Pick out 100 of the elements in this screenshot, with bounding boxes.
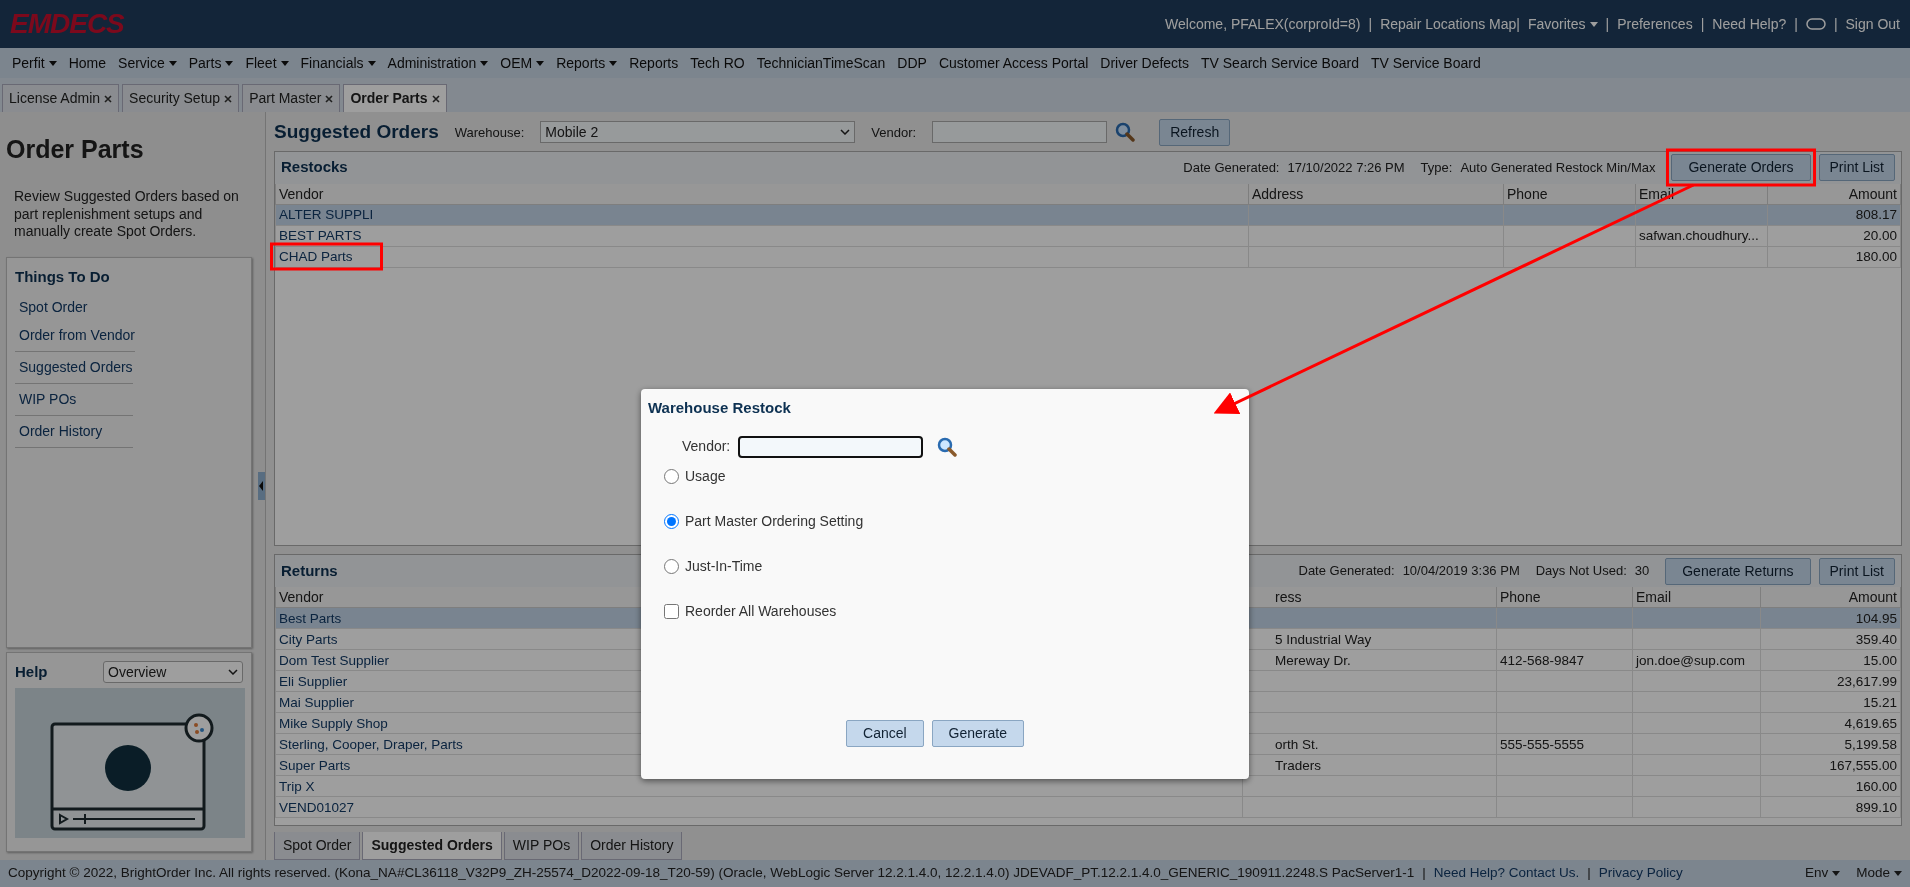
table-cell: 555-555-5555 xyxy=(1496,733,1633,755)
table-cell: 15.00 xyxy=(1760,649,1901,671)
table-cell: 899.10 xyxy=(1760,796,1901,818)
panel-title: Help xyxy=(15,662,48,682)
sidebar-link[interactable]: Spot Order xyxy=(15,292,133,320)
menu-item[interactable]: Parts xyxy=(182,52,240,74)
help-video-drawing[interactable] xyxy=(15,687,245,838)
vendor-field[interactable] xyxy=(738,435,924,458)
meta-value: 30 xyxy=(1634,562,1650,581)
radio-button[interactable] xyxy=(664,513,679,529)
print-list-button[interactable]: Print List xyxy=(1818,154,1895,181)
search-icon[interactable] xyxy=(1115,122,1136,143)
print-list-button[interactable]: Print List xyxy=(1818,557,1895,585)
vendor-cell[interactable]: BEST PARTS xyxy=(275,225,1249,246)
panel-title: Returns xyxy=(281,560,338,581)
favorites-menu[interactable]: Favorites xyxy=(1527,13,1598,35)
tab[interactable]: WIP POs xyxy=(503,832,580,860)
table-cell: jon.doe@sup.com xyxy=(1632,649,1761,671)
vendor-cell[interactable]: VEND01027 xyxy=(275,796,1243,818)
sidebar-link[interactable]: Order History xyxy=(15,416,133,448)
meta-label: Date Generated: xyxy=(1183,158,1280,177)
tab[interactable]: Security Setup xyxy=(122,84,240,112)
menu-item[interactable]: OEM xyxy=(494,52,551,74)
menu-item[interactable]: DDP xyxy=(891,52,933,74)
column-header[interactable]: Phone xyxy=(1496,587,1633,608)
radio-label: Just-In-Time xyxy=(685,556,763,576)
copyright-text: Copyright © 2022, BrightOrder Inc. All rights reserved. (Kona_NA#CL36118_V32P9_ZH-25574_D2022-09-18_T20-59) (Oracle, WebLogic Server 12.2.1.4.0, 12.2.1.4.0) JDEVADF_PT.12.2.1.4.0_GENERIC_190911.2248.S PacServer1-1 xyxy=(8,864,1415,883)
privacy-link[interactable]: Privacy Policy xyxy=(1598,863,1683,884)
menu-item[interactable]: Reports xyxy=(623,52,685,74)
menu-item[interactable]: Driver Defects xyxy=(1094,52,1195,74)
close-icon[interactable] xyxy=(224,95,233,104)
footer-menu[interactable]: Mode xyxy=(1856,863,1902,884)
menu-item[interactable]: Financials xyxy=(294,52,382,74)
checkbox[interactable] xyxy=(664,603,679,619)
close-icon[interactable] xyxy=(431,95,440,104)
separator: | xyxy=(1833,14,1838,34)
field-label: Vendor: xyxy=(682,437,731,456)
table-cell: 167,555.00 xyxy=(1760,754,1901,776)
sidebar-link[interactable]: Suggested Orders xyxy=(15,352,133,384)
menu-item[interactable]: Reports xyxy=(550,52,624,74)
footer-menu[interactable]: Env xyxy=(1804,863,1841,884)
radio-button[interactable] xyxy=(664,558,679,574)
logo: EMDECS xyxy=(10,10,124,38)
collapse-handle-icon[interactable] xyxy=(258,472,265,500)
menu-item[interactable]: Administration xyxy=(381,52,495,74)
tab[interactable]: Suggested Orders xyxy=(362,832,502,860)
close-icon[interactable] xyxy=(104,95,113,104)
caret-icon xyxy=(1832,871,1841,876)
table-cell: safwan.choudhury... xyxy=(1635,225,1768,246)
help-link[interactable]: Need Help? Contact Us. xyxy=(1433,863,1580,884)
column-header[interactable]: Vendor xyxy=(275,183,1249,204)
tab[interactable]: Order History xyxy=(581,832,683,860)
sidebar-link[interactable]: WIP POs xyxy=(15,384,133,416)
menu-item[interactable]: Customer Access Portal xyxy=(932,52,1095,74)
sidebar-link[interactable]: Order from Vendor xyxy=(15,320,135,352)
meta-value: 10/04/2019 3:36 PM xyxy=(1402,562,1520,581)
tab[interactable]: License Admin xyxy=(2,84,120,112)
menu-item[interactable]: TV Service Board xyxy=(1364,52,1487,74)
column-header[interactable]: Email xyxy=(1632,587,1761,608)
radio-button[interactable] xyxy=(664,468,679,484)
menu-item[interactable]: TV Search Service Board xyxy=(1195,52,1365,74)
header-link[interactable]: Preferences xyxy=(1617,13,1693,35)
menu-item[interactable]: Tech RO xyxy=(684,52,751,74)
table-cell: 15.21 xyxy=(1760,691,1901,713)
generate-button[interactable]: Generate Returns xyxy=(1665,557,1811,585)
generate-button[interactable]: Generate xyxy=(931,720,1024,747)
welcome-text: Welcome, PFALEX(corproId=8) xyxy=(1165,14,1361,34)
meta-value: Auto Generated Restock Min/Max xyxy=(1460,158,1656,177)
header-link[interactable]: Repair Locations Map| xyxy=(1380,13,1520,35)
menu-item[interactable]: Home xyxy=(62,52,113,74)
column-header[interactable]: Amount xyxy=(1760,587,1901,608)
field-label: Warehouse: xyxy=(454,123,525,142)
search-icon[interactable] xyxy=(937,436,958,457)
chevron-icon xyxy=(228,669,238,676)
generate-button[interactable]: Generate Orders xyxy=(1671,154,1811,181)
table-cell: 160.00 xyxy=(1760,775,1901,797)
close-icon[interactable] xyxy=(325,95,334,104)
tab[interactable]: Part Master xyxy=(242,84,341,112)
menu-item[interactable]: Perfit xyxy=(6,52,63,74)
toggle-icon[interactable] xyxy=(1805,18,1826,30)
menu-item[interactable]: Service xyxy=(112,52,183,74)
header-link[interactable]: Sign Out xyxy=(1845,13,1900,35)
caret-icon xyxy=(280,60,289,66)
vendor-cell[interactable]: CHAD Parts xyxy=(275,246,1249,267)
help-topic-select[interactable]: Overview xyxy=(103,661,243,684)
field-label: Vendor: xyxy=(871,123,917,142)
tab[interactable]: Order Parts xyxy=(343,84,447,112)
vendor-cell[interactable]: ALTER SUPPLI xyxy=(275,204,1249,225)
panel-title: Restocks xyxy=(281,157,348,178)
warehouse-select[interactable]: Mobile 2 xyxy=(540,121,856,144)
cancel-button[interactable]: Cancel xyxy=(846,720,924,747)
menu-item[interactable]: Fleet xyxy=(239,52,295,74)
separator: | xyxy=(1422,864,1426,883)
caret-icon xyxy=(1894,871,1902,876)
vendor-field[interactable] xyxy=(932,121,1108,144)
header-link[interactable]: Need Help? xyxy=(1712,13,1787,35)
refresh-button[interactable]: Refresh xyxy=(1159,118,1231,146)
tab[interactable]: Spot Order xyxy=(274,832,361,860)
menu-item[interactable]: TechnicianTimeScan xyxy=(750,52,892,74)
caret-icon xyxy=(480,60,489,66)
